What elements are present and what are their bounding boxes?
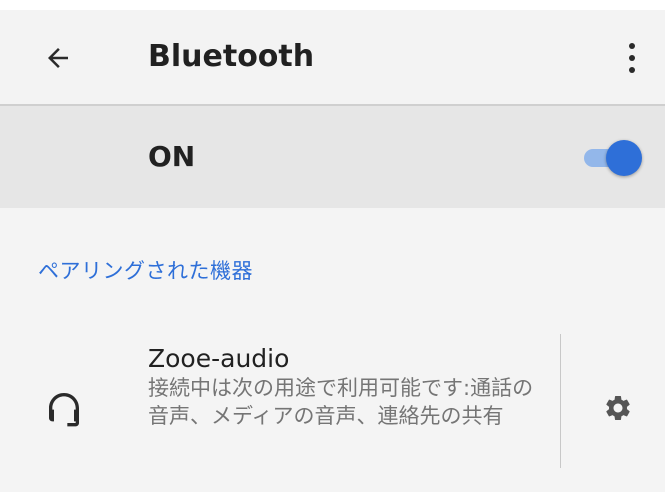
gear-icon — [606, 396, 630, 420]
device-name: Zooe-audio — [148, 344, 290, 373]
more-vertical-icon-dot — [629, 55, 635, 61]
arrow-left-icon — [48, 48, 68, 68]
bluetooth-settings-screen: Bluetooth ON ペアリングされた機器 Zooe-audio 接続中は次… — [0, 0, 665, 492]
toggle-label: ON — [148, 140, 196, 173]
content-area: ペアリングされた機器 Zooe-audio 接続中は次の用途で利用可能です:通話… — [0, 208, 665, 492]
headset-icon — [44, 388, 84, 428]
device-status: 接続中は次の用途で利用可能です:通話の音声、メディアの音声、連絡先の共有 — [148, 376, 534, 428]
bluetooth-switch[interactable] — [582, 140, 642, 176]
app-bar: Bluetooth — [0, 10, 665, 106]
more-options-button[interactable] — [612, 32, 652, 84]
device-settings-button[interactable] — [594, 384, 642, 432]
vertical-divider — [560, 334, 561, 468]
more-vertical-icon-dot — [629, 43, 635, 49]
device-row[interactable]: Zooe-audio 接続中は次の用途で利用可能です:通話の音声、メディアの音声… — [0, 328, 665, 478]
paired-devices-header: ペアリングされた機器 — [38, 259, 253, 283]
switch-thumb — [606, 140, 642, 176]
status-bar-area — [0, 0, 665, 10]
bluetooth-toggle-row[interactable]: ON — [0, 106, 665, 208]
page-title: Bluetooth — [148, 39, 315, 74]
back-button[interactable] — [30, 30, 86, 86]
more-vertical-icon-dot — [629, 67, 635, 73]
